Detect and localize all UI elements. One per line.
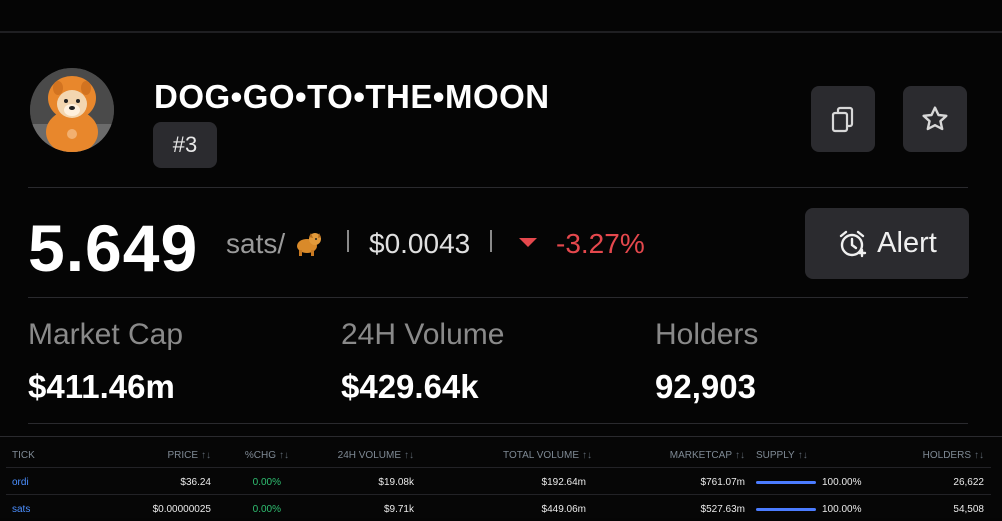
market-cap-label: Market Cap: [28, 318, 184, 351]
volume-value: $429.64k: [341, 368, 479, 405]
price-unit-label: sats/: [226, 228, 286, 259]
header-holders-label: HOLDERS: [922, 450, 971, 461]
dog-avatar-icon: [30, 68, 114, 152]
divider: [28, 423, 968, 424]
favorite-button[interactable]: [903, 86, 967, 152]
price-unit: sats/: [226, 228, 323, 260]
header-price[interactable]: PRICE ↑↓: [167, 450, 211, 461]
sort-icon: ↑↓: [582, 450, 592, 461]
row-supply: 100.00%: [822, 477, 862, 488]
sort-icon: ↑↓: [974, 450, 984, 461]
holders-value: 92,903: [655, 368, 756, 405]
header-chg-label: %CHG: [244, 450, 276, 461]
row-total-volume: $449.06m: [541, 504, 586, 515]
row-total-volume: $192.64m: [541, 477, 586, 488]
sort-icon: ↑↓: [279, 450, 289, 461]
row-24h-volume: $9.71k: [383, 504, 414, 515]
header-total-volume[interactable]: TOTAL VOLUME ↑↓: [503, 450, 592, 461]
table-row[interactable]: ordi $36.24 0.00% $19.08k $192.64m $761.…: [6, 467, 991, 494]
token-title: DOG•GO•TO•THE•MOON: [154, 78, 550, 115]
copy-button[interactable]: [811, 86, 875, 152]
volume-label: 24H Volume: [341, 318, 505, 351]
header-marketcap[interactable]: MARKETCAP ↑↓: [670, 450, 745, 461]
header-tick-label: TICK: [12, 450, 35, 461]
header-24h-volume-label: 24H VOLUME: [337, 450, 401, 461]
star-icon: [922, 106, 948, 131]
token-price: 5.649: [28, 211, 199, 285]
alert-label: Alert: [877, 227, 937, 259]
header-holders[interactable]: HOLDERS ↑↓: [923, 450, 984, 461]
dog-icon: [296, 233, 321, 256]
header-supply-label: SUPPLY: [756, 450, 795, 461]
sort-icon: ↑↓: [797, 450, 808, 461]
divider: [28, 187, 968, 188]
market-cap-value: $411.46m: [28, 368, 175, 405]
table-header: TICK PRICE ↑↓ %CHG ↑↓ 24H VOLUME ↑↓ TOTAL V…: [6, 441, 991, 467]
supply-bar: [756, 481, 816, 484]
token-avatar: [30, 68, 114, 152]
price-change: -3.27%: [556, 228, 645, 259]
row-change: 0.00%: [252, 504, 281, 515]
holders-label: Holders: [655, 318, 759, 351]
supply-bar: [756, 508, 816, 511]
sort-icon: ↑↓: [201, 450, 211, 461]
alert-button[interactable]: Alert: [805, 208, 969, 279]
separator: [490, 230, 492, 252]
separator: [347, 230, 349, 252]
down-arrow-icon: [519, 238, 537, 247]
usd-price: $0.0043: [369, 228, 471, 259]
header-tick[interactable]: TICK: [12, 450, 35, 461]
row-holders: 26,622: [953, 477, 984, 488]
divider: [28, 297, 968, 298]
row-holders: 54,508: [953, 504, 984, 515]
header-chg[interactable]: %CHG ↑↓: [245, 450, 289, 461]
rank-badge: #3: [153, 122, 217, 168]
header-24h-volume[interactable]: 24H VOLUME ↑↓: [338, 450, 414, 461]
sort-icon: ↑↓: [404, 450, 414, 461]
row-tick-link[interactable]: ordi: [12, 477, 29, 488]
copy-icon: [831, 106, 854, 133]
row-marketcap: $761.07m: [700, 477, 745, 488]
header-marketcap-label: MARKETCAP: [669, 450, 732, 461]
header-price-label: PRICE: [167, 450, 198, 461]
header-supply[interactable]: SUPPLY ↑↓: [756, 450, 808, 461]
row-marketcap: $527.63m: [700, 504, 745, 515]
alarm-clock-icon: [839, 230, 867, 257]
row-change: 0.00%: [252, 477, 281, 488]
header-total-volume-label: TOTAL VOLUME: [503, 450, 579, 461]
row-price: $36.24: [180, 477, 211, 488]
row-price: $0.00000025: [152, 504, 211, 515]
row-supply: 100.00%: [822, 504, 862, 515]
row-24h-volume: $19.08k: [378, 477, 414, 488]
row-tick-link[interactable]: sats: [12, 504, 30, 515]
token-table: TICK PRICE ↑↓ %CHG ↑↓ 24H VOLUME ↑↓ TOTAL V…: [0, 436, 1002, 518]
top-divider: [0, 31, 1002, 33]
sort-icon: ↑↓: [735, 450, 745, 461]
